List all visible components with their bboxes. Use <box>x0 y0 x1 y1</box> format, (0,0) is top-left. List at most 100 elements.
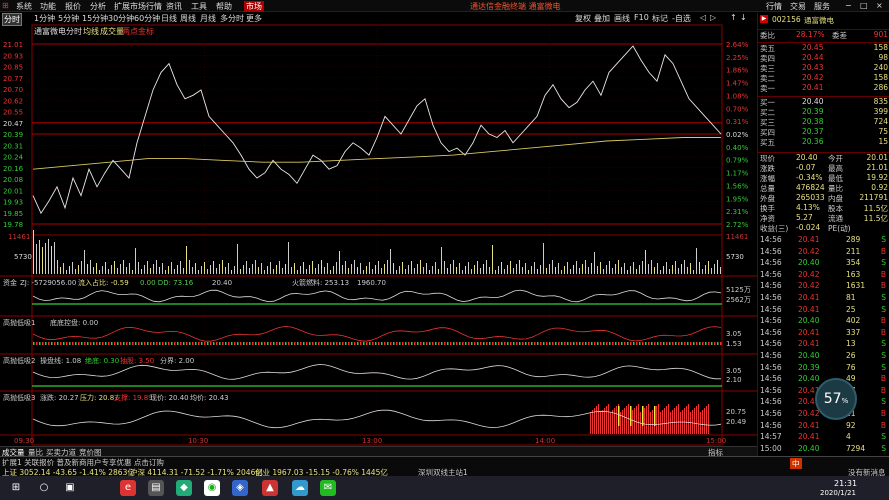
stat-row[interactable]: 收益(三) -0.024 PE(动) <box>758 223 889 233</box>
stat-row[interactable]: 外盘 265033 内盘 211791 <box>758 193 889 203</box>
ind2-bar <box>198 342 200 345</box>
bid-row[interactable]: 买五 20.36 15 <box>758 137 889 147</box>
ask-row[interactable]: 卖一 20.41 286 <box>758 83 889 93</box>
bid-row[interactable]: 买三 20.38 724 <box>758 117 889 127</box>
stock-app-icon[interactable]: ▲ <box>262 480 278 496</box>
stat-row[interactable]: 总量 476824 量比 0.92 <box>758 183 889 193</box>
menu-right-trade[interactable]: 交易 <box>790 1 806 12</box>
tick-row[interactable]: 14:56 20.41 81 S <box>758 293 889 303</box>
menu-extended-market[interactable]: 扩展市场行情 <box>114 1 162 12</box>
tick-row[interactable]: 14:56 20.39 76 S <box>758 363 889 373</box>
tick-row[interactable]: 14:56 20.41 289 S <box>758 235 889 245</box>
next-icon[interactable]: ▷ <box>710 13 716 22</box>
ask-row[interactable]: 卖五 20.45 158 <box>758 43 889 53</box>
maximize-icon[interactable]: □ <box>860 1 868 10</box>
menu-help[interactable]: 帮助 <box>216 1 232 12</box>
price-tick-label: 19.93 <box>3 199 23 207</box>
tick-row[interactable]: 14:56 20.40 26 S <box>758 351 889 361</box>
ask-row[interactable]: 卖二 20.42 158 <box>758 73 889 83</box>
adjust-button[interactable]: 复权 <box>575 13 591 24</box>
tick-row[interactable]: 14:56 20.41 92 B <box>758 421 889 431</box>
ask-row[interactable]: 卖四 20.44 98 <box>758 53 889 63</box>
tick-row[interactable]: 14:56 20.42 163 B <box>758 270 889 280</box>
menu-quote[interactable]: 报价 <box>65 1 81 12</box>
ind4-bar <box>650 412 651 434</box>
bid-row[interactable]: 买四 20.37 75 <box>758 127 889 137</box>
up-icon[interactable]: ↑ <box>730 13 737 22</box>
ask-label: 卖一 <box>760 84 775 93</box>
tab-15min[interactable]: 15分钟 <box>82 13 108 24</box>
tab-1min[interactable]: 1分钟 <box>34 13 55 24</box>
menu-news[interactable]: 资讯 <box>166 1 182 12</box>
down-icon[interactable]: ↓ <box>740 13 747 22</box>
tick-row[interactable]: 14:56 20.41 337 B <box>758 328 889 338</box>
folder-icon[interactable]: ▤ <box>148 480 164 496</box>
tick-row[interactable]: 14:56 20.41 13 S <box>758 339 889 349</box>
browser-icon[interactable]: e <box>120 480 136 496</box>
ind2-bar <box>51 342 53 345</box>
tick-row[interactable]: 14:56 20.40 402 B <box>758 316 889 326</box>
volume-bar <box>177 265 178 274</box>
intraday-chart[interactable]: 21.01 20.93 20.85 20.77 20.70 20.62 20.55 20.47… <box>0 24 757 446</box>
ime-indicator[interactable]: 中 <box>790 458 802 469</box>
search-icon[interactable]: ○ <box>36 480 52 496</box>
tab-daily[interactable]: 日线 <box>161 13 177 24</box>
tab-weekly[interactable]: 周线 <box>180 13 196 24</box>
tab-5min[interactable]: 5分钟 <box>58 13 79 24</box>
app2-icon[interactable]: ◆ <box>176 480 192 496</box>
tick-row[interactable]: 15:00 20.40 7294 S <box>758 444 889 454</box>
watchlist-button[interactable]: -自选 <box>672 13 691 24</box>
stat-row[interactable]: 涨跌 -0.07 最高 21.01 <box>758 163 889 173</box>
volume-bar <box>702 269 703 274</box>
tick-row[interactable]: 14:57 20.41 4 S <box>758 432 889 442</box>
draw-button[interactable]: 画线 <box>614 13 630 24</box>
ask-volume: 286 <box>873 83 888 92</box>
menu-system[interactable]: 系统 <box>16 1 32 12</box>
menu-market[interactable]: 市场 <box>244 1 264 12</box>
mark-button[interactable]: 标记 <box>652 13 668 24</box>
menu-tools[interactable]: 工具 <box>191 1 207 12</box>
ind2-bar <box>507 342 509 345</box>
volume-bar <box>300 266 301 274</box>
stat-row[interactable]: 涨幅 -0.34% 最低 19.92 <box>758 173 889 183</box>
tab-monthly[interactable]: 月线 <box>200 13 216 24</box>
overlay-button[interactable]: 叠加 <box>594 13 610 24</box>
tab-multi-intraday[interactable]: 多分时 <box>220 13 244 24</box>
menu-analysis[interactable]: 分析 <box>90 1 106 12</box>
ind2-bar <box>606 342 608 345</box>
volume-bar <box>429 270 430 274</box>
tab-30min[interactable]: 30分钟 <box>108 13 134 24</box>
ind2-bar <box>75 342 77 345</box>
menu-right-service[interactable]: 服务 <box>814 1 830 12</box>
minimize-icon[interactable]: − <box>845 1 852 10</box>
f10-button[interactable]: F10 <box>634 13 649 22</box>
stat-row[interactable]: 换手 4.13% 股本 11.5亿 <box>758 203 889 213</box>
app5-icon[interactable]: ☁ <box>292 480 308 496</box>
prev-icon[interactable]: ◁ <box>700 13 706 22</box>
bid-row[interactable]: 买二 20.39 399 <box>758 107 889 117</box>
bid-row[interactable]: 买一 20.40 835 <box>758 97 889 107</box>
chrome-icon[interactable]: ◉ <box>204 480 220 496</box>
volume-bar <box>90 260 91 274</box>
stat-row[interactable]: 现价 20.40 今开 20.01 <box>758 153 889 163</box>
close-icon[interactable]: × <box>876 1 883 10</box>
tick-row[interactable]: 14:56 20.40 354 S <box>758 258 889 268</box>
task-view-icon[interactable]: ▣ <box>62 480 78 496</box>
stat-value: 19.92 <box>866 173 888 182</box>
speed-gauge-bubble[interactable]: 57% <box>815 378 857 420</box>
wechat-icon[interactable]: ✉ <box>320 480 336 496</box>
start-icon[interactable]: ⊞ <box>8 480 24 496</box>
ind2-bar <box>300 342 302 345</box>
ind2-bar <box>405 342 407 345</box>
app4-icon[interactable]: ◈ <box>232 480 248 496</box>
ask-row[interactable]: 卖三 20.43 240 <box>758 63 889 73</box>
tab-60min[interactable]: 60分钟 <box>134 13 160 24</box>
tick-row[interactable]: 14:56 20.42 1631 B <box>758 281 889 291</box>
tab-more[interactable]: 更多 <box>246 13 262 24</box>
menu-right-market[interactable]: 行情 <box>766 1 782 12</box>
stat-row[interactable]: 净资 5.27 流通 11.5亿 <box>758 213 889 223</box>
ind2-bar <box>144 342 146 345</box>
tick-row[interactable]: 14:56 20.42 211 B <box>758 247 889 257</box>
tick-row[interactable]: 14:56 20.41 25 S <box>758 305 889 315</box>
menu-function[interactable]: 功能 <box>40 1 56 12</box>
